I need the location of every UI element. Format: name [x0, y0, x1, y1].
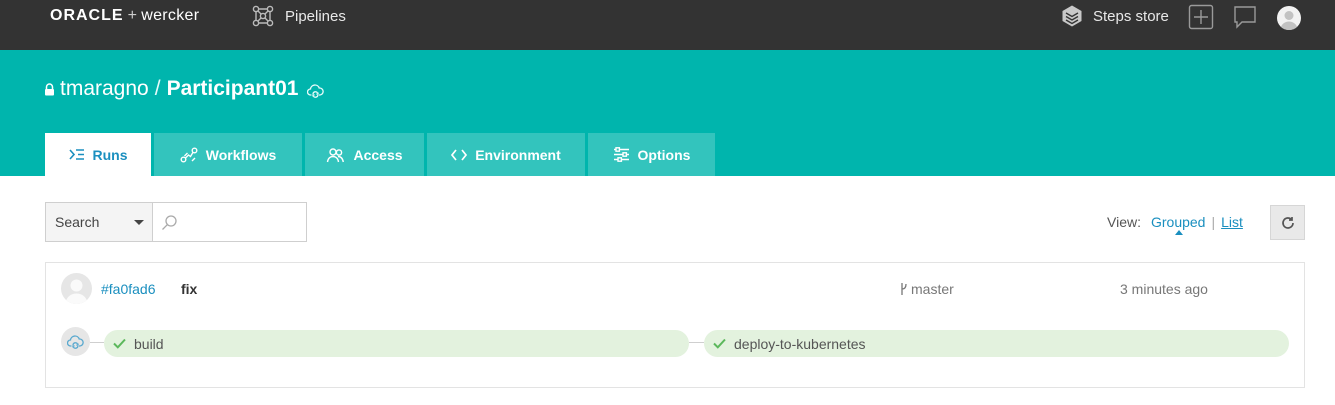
check-icon — [113, 338, 126, 349]
committer-avatar-icon — [65, 279, 88, 304]
brand-logo[interactable]: ORACLE + wercker — [50, 7, 199, 25]
check-icon — [713, 338, 726, 349]
view-label: View: — [1107, 214, 1141, 230]
user-avatar[interactable] — [1277, 6, 1301, 30]
tab-options-label: Options — [637, 146, 691, 163]
search-filter-value: Search — [55, 214, 100, 230]
refresh-button[interactable] — [1270, 205, 1305, 240]
commit-hash-link[interactable]: #fa0fad6 — [101, 281, 156, 297]
access-icon — [327, 147, 345, 162]
project-header: tmaragno / Participant01 Runs Workflows — [0, 50, 1335, 176]
active-indicator-icon — [1174, 230, 1183, 235]
pipelines-nav-link[interactable]: Pipelines — [251, 4, 346, 28]
view-separator: | — [1211, 214, 1216, 230]
cloud-sync-icon — [67, 334, 84, 349]
project-tabs: Runs Workflows Access Environment Option… — [45, 133, 718, 176]
chat-icon[interactable] — [1232, 4, 1258, 30]
pipeline-connector — [90, 342, 104, 343]
tab-options[interactable]: Options — [588, 133, 715, 176]
run-card[interactable]: #fa0fad6 fix master 3 minutes ago build … — [45, 262, 1305, 388]
view-toggle: View: Grouped | List — [1107, 214, 1243, 235]
run-time: 3 minutes ago — [1120, 281, 1208, 297]
code-icon — [451, 148, 468, 161]
step-label: deploy-to-kubernetes — [734, 335, 866, 352]
view-list-link[interactable]: List — [1221, 214, 1243, 230]
committer-avatar — [61, 273, 92, 304]
branch-label: master — [900, 281, 954, 297]
user-avatar-icon — [1280, 11, 1298, 30]
cloud-sync-icon[interactable] — [307, 83, 325, 98]
tab-environment-label: Environment — [475, 146, 561, 163]
pipeline-connector — [689, 342, 704, 343]
branch-name: master — [911, 281, 954, 297]
search-bar: Search — [45, 202, 307, 242]
pipelines-icon — [252, 5, 274, 27]
tab-access-label: Access — [353, 146, 403, 163]
brand-oracle: ORACLE — [50, 7, 124, 24]
tab-runs[interactable]: Runs — [45, 133, 151, 176]
steps-store-link[interactable]: Steps store — [1060, 4, 1169, 28]
top-navigation-bar: ORACLE + wercker Pipelines Steps store — [0, 0, 1335, 50]
workflows-icon — [180, 147, 198, 162]
tab-runs-label: Runs — [92, 146, 128, 163]
add-icon[interactable] — [1188, 4, 1214, 30]
tab-workflows[interactable]: Workflows — [154, 133, 302, 176]
tab-access[interactable]: Access — [305, 133, 424, 176]
branch-icon — [901, 283, 907, 295]
repo-name[interactable]: Participant01 — [167, 77, 299, 101]
brand-wercker: wercker — [141, 7, 200, 24]
repo-owner-link[interactable]: tmaragno — [60, 77, 149, 101]
options-icon — [613, 147, 629, 162]
search-icon — [162, 214, 177, 230]
pipelines-label: Pipelines — [285, 7, 346, 25]
brand-plus: + — [127, 7, 138, 24]
repo-breadcrumb: tmaragno / Participant01 — [44, 77, 325, 101]
lock-icon — [45, 82, 54, 95]
tab-workflows-label: Workflows — [205, 146, 277, 163]
pipeline-step-deploy[interactable]: deploy-to-kubernetes — [704, 330, 1289, 357]
runs-icon — [68, 149, 84, 160]
pipeline-step-build[interactable]: build — [104, 330, 689, 357]
breadcrumb-separator: / — [154, 77, 161, 100]
commit-message: fix — [181, 281, 198, 297]
step-label: build — [134, 335, 164, 352]
tab-environment[interactable]: Environment — [427, 133, 585, 176]
caret-down-icon — [134, 220, 144, 225]
steps-store-icon — [1062, 5, 1082, 27]
search-filter-select[interactable]: Search — [46, 203, 153, 241]
view-grouped-link[interactable]: Grouped — [1150, 214, 1206, 235]
view-grouped-label: Grouped — [1150, 214, 1206, 230]
steps-store-label: Steps store — [1093, 7, 1169, 25]
search-input[interactable] — [153, 203, 306, 241]
refresh-icon — [1281, 216, 1294, 229]
trigger-cloud — [61, 327, 90, 356]
